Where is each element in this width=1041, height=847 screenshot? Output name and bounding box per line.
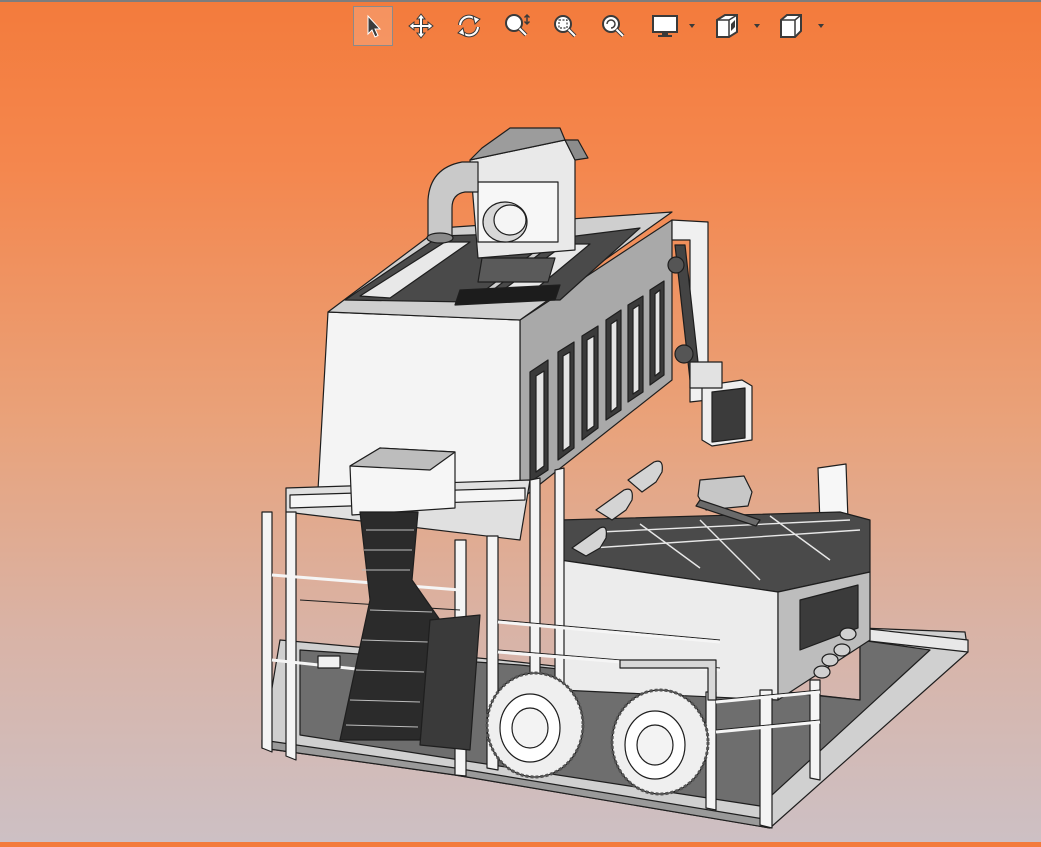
zoom-fit-icon <box>602 15 625 38</box>
display-mode-button[interactable] <box>645 6 685 46</box>
cube-icon <box>780 14 802 38</box>
rotate-icon <box>457 14 481 38</box>
pan-icon <box>408 13 434 39</box>
select-tool-button[interactable] <box>353 6 393 46</box>
chevron-down-icon <box>689 24 695 28</box>
pan-tool-button[interactable] <box>401 6 441 46</box>
section-view-button[interactable] <box>707 6 747 46</box>
zoom-fit-button[interactable] <box>593 6 633 46</box>
zoom-window-button[interactable] <box>545 6 585 46</box>
monitor-icon <box>652 15 678 37</box>
zoom-window-icon <box>554 15 577 38</box>
model-viewport[interactable]: 3D model view <box>0 50 1041 842</box>
wheel-right <box>610 688 710 796</box>
chevron-down-icon <box>818 24 824 28</box>
select-arrow-icon <box>367 14 382 38</box>
view-orientation-button[interactable] <box>771 6 811 46</box>
wheel-left <box>485 671 585 779</box>
section-view-dropdown[interactable] <box>752 6 762 46</box>
view-toolbar <box>353 6 833 46</box>
zoom-icon <box>505 13 531 37</box>
view-orientation-dropdown[interactable] <box>816 6 826 46</box>
section-view-icon <box>716 14 738 38</box>
window-top-border <box>0 0 1041 2</box>
machine-3d-model <box>261 127 969 829</box>
rotate-tool-button[interactable] <box>449 6 489 46</box>
display-mode-dropdown[interactable] <box>687 6 697 46</box>
zoom-tool-button[interactable] <box>497 6 537 46</box>
chevron-down-icon <box>754 24 760 28</box>
